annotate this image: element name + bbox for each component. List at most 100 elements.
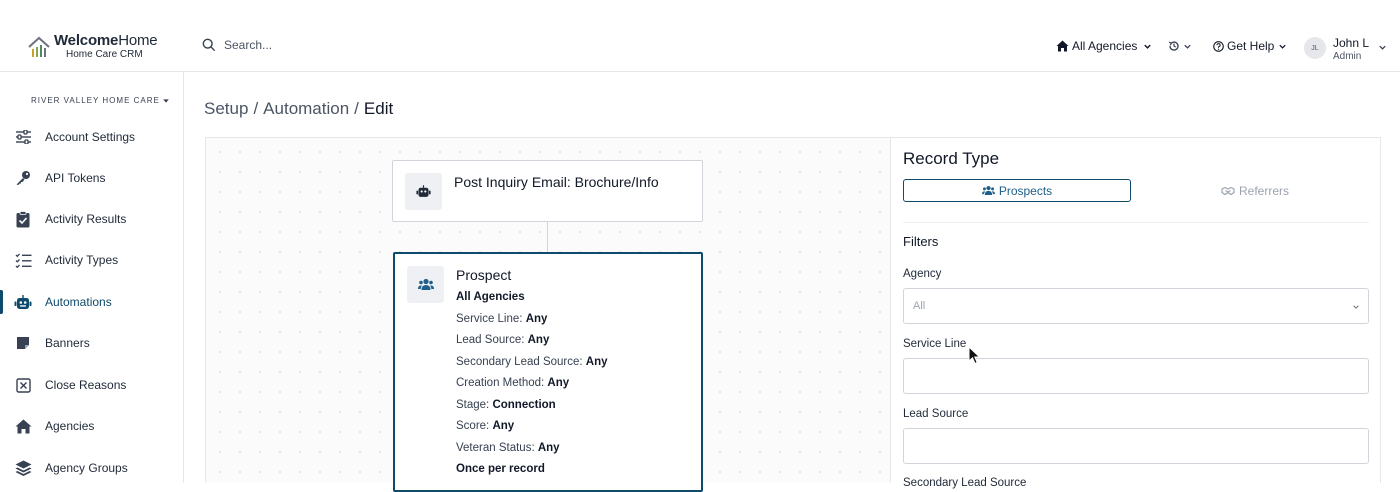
sidebar-item-close-reasons[interactable]: Close Reasons xyxy=(0,367,183,403)
service-line-label: Service Line xyxy=(903,338,967,350)
users-icon xyxy=(407,266,444,303)
sidebar-item-label: Activity Types xyxy=(45,253,119,267)
brand-name-bold: Welcome xyxy=(54,32,119,49)
node-connector xyxy=(547,222,548,252)
org-selector[interactable]: RIVER VALLEY HOME CARE xyxy=(31,96,170,105)
brand-logo[interactable]: WelcomeHome Home Care CRM xyxy=(28,32,158,60)
panel-title: Record Type xyxy=(903,149,1000,168)
close-box-icon xyxy=(14,376,32,394)
help-menu[interactable]: Get Help xyxy=(1213,39,1287,53)
chevron-down-icon xyxy=(1184,44,1191,49)
condition-value: Any xyxy=(527,334,550,346)
prospects-tab[interactable]: Prospects xyxy=(903,179,1131,202)
condition-value: Any xyxy=(585,356,608,368)
top-header: WelcomeHome Home Care CRM All Agencies xyxy=(0,0,1400,72)
condition-creation-method: Creation Method: Any xyxy=(456,377,569,389)
condition-label: Veteran Status: xyxy=(456,442,535,454)
record-type-panel: Record Type Prospects Referrers Filters … xyxy=(890,137,1381,489)
history-menu[interactable] xyxy=(1168,40,1192,52)
sidebar-item-label: Banners xyxy=(45,336,90,350)
sidebar-item-label: API Tokens xyxy=(45,171,106,185)
condition-label: Secondary Lead Source: xyxy=(456,356,583,368)
condition-value: Any xyxy=(525,313,548,325)
sidebar-item-label: Automations xyxy=(45,295,112,309)
sidebar-item-api-tokens[interactable]: API Tokens xyxy=(0,160,183,196)
trigger-node[interactable]: Post Inquiry Email: Brochure/Info xyxy=(392,160,703,222)
breadcrumb: Setup / Automation / Edit xyxy=(204,99,394,118)
condition-secondary-lead-source: Secondary Lead Source: Any xyxy=(456,356,608,368)
brand-tagline: Home Care CRM xyxy=(66,49,143,60)
sidebar-item-activity-types[interactable]: Activity Types xyxy=(0,242,183,278)
home-icon xyxy=(1056,40,1069,52)
condition-value: Connection xyxy=(492,399,556,411)
condition-lead-source: Lead Source: Any xyxy=(456,334,549,346)
frequency-text: Once per record xyxy=(456,463,545,475)
prospect-node-agencies: All Agencies xyxy=(456,291,525,303)
condition-value: Any xyxy=(537,442,560,454)
user-role: Admin xyxy=(1333,50,1362,62)
layers-icon xyxy=(14,459,32,477)
sidebar-item-banners[interactable]: Banners xyxy=(0,325,183,361)
condition-score: Score: Any xyxy=(456,420,514,432)
divider xyxy=(903,222,1369,223)
sidebar-item-label: Close Reasons xyxy=(45,378,127,392)
trigger-node-title: Post Inquiry Email: Brochure/Info xyxy=(454,174,659,190)
breadcrumb-setup[interactable]: Setup xyxy=(204,99,248,118)
condition-service-line: Service Line: Any xyxy=(456,313,547,325)
filters-heading: Filters xyxy=(903,234,939,249)
condition-label: Creation Method: xyxy=(456,377,545,389)
search-bar xyxy=(202,38,424,52)
agency-select-value: All xyxy=(913,300,926,312)
prospects-tab-label: Prospects xyxy=(998,183,1053,198)
chevron-down-icon xyxy=(1144,44,1152,49)
prospect-node[interactable]: Prospect All Agencies Service Line: Any … xyxy=(393,252,703,492)
note-icon xyxy=(14,334,32,352)
question-circle-icon xyxy=(1213,40,1224,52)
breadcrumb-automation[interactable]: Automation xyxy=(263,99,349,118)
lead-source-field[interactable] xyxy=(903,428,1369,464)
help-label: Get Help xyxy=(1227,39,1275,53)
users-icon xyxy=(981,185,995,195)
agency-selector[interactable]: All Agencies xyxy=(1056,39,1152,53)
referrers-tab[interactable]: Referrers xyxy=(1141,179,1369,202)
chevron-down-icon xyxy=(163,98,169,103)
chevron-down-icon[interactable] xyxy=(1378,43,1387,52)
sliders-icon xyxy=(14,128,32,146)
user-menu[interactable]: John L Admin xyxy=(1333,36,1370,62)
search-icon xyxy=(202,38,216,52)
sidebar-item-agency-groups[interactable]: Agency Groups xyxy=(0,450,183,486)
house-logo-icon xyxy=(28,36,50,57)
chevron-down-icon xyxy=(1279,44,1287,49)
condition-label: Lead Source: xyxy=(456,334,525,346)
condition-veteran-status: Veteran Status: Any xyxy=(456,442,560,454)
condition-value: Any xyxy=(492,420,515,432)
user-name: John L xyxy=(1333,36,1370,50)
mouse-cursor-icon xyxy=(968,346,981,365)
condition-label: Stage: xyxy=(456,399,490,411)
lead-source-label: Lead Source xyxy=(903,408,969,420)
sidebar-item-activity-results[interactable]: Activity Results xyxy=(0,201,183,237)
condition-value: Any xyxy=(547,377,570,389)
condition-label: Service Line: xyxy=(456,313,523,325)
sidebar-item-label: Agencies xyxy=(45,419,95,433)
search-input[interactable] xyxy=(224,38,424,52)
list-check-icon xyxy=(14,251,32,269)
sidebar-item-label: Account Settings xyxy=(45,130,136,144)
sidebar-item-agencies[interactable]: Agencies xyxy=(0,408,183,444)
referrers-tab-label: Referrers xyxy=(1238,183,1289,198)
secondary-lead-source-label: Secondary Lead Source xyxy=(903,477,1027,489)
clipboard-check-icon xyxy=(14,210,32,228)
sidebar-item-automations[interactable]: Automations xyxy=(0,284,183,320)
robot-icon xyxy=(405,173,442,210)
brand-name-rest: Home xyxy=(118,32,158,49)
robot-icon xyxy=(14,293,32,311)
condition-stage: Stage: Connection xyxy=(456,399,556,411)
agency-select[interactable]: All xyxy=(903,288,1369,324)
key-icon xyxy=(14,169,32,187)
sidebar-item-label: Agency Groups xyxy=(45,461,128,475)
agency-selector-label: All Agencies xyxy=(1072,39,1138,53)
org-name: RIVER VALLEY HOME CARE xyxy=(31,96,160,105)
home-icon xyxy=(14,417,32,435)
avatar[interactable]: JL xyxy=(1304,37,1326,59)
sidebar-item-account-settings[interactable]: Account Settings xyxy=(0,119,183,155)
